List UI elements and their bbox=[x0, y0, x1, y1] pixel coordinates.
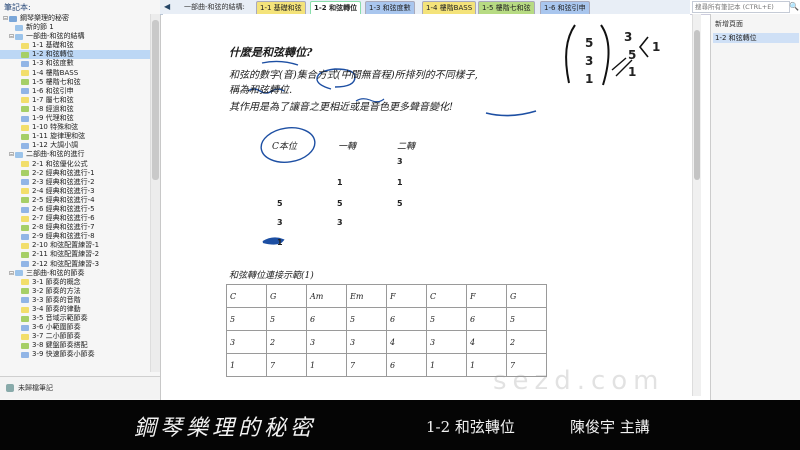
table-cell[interactable]: 6 bbox=[386, 307, 427, 331]
table-cell[interactable]: G bbox=[506, 284, 547, 308]
note-line-3[interactable]: 其作用是為了讓音之更相近或是音色更多聲音變化! bbox=[229, 98, 453, 113]
teacher-name: 陳俊宇 主講 bbox=[570, 418, 650, 436]
note-heading[interactable]: 什麼是和弦轉位? bbox=[229, 44, 312, 60]
table-cell[interactable]: 3 bbox=[426, 330, 467, 354]
table-cell[interactable]: F bbox=[466, 284, 507, 308]
second-inv-mid[interactable]: 1 bbox=[397, 178, 403, 187]
table-cell[interactable]: G bbox=[266, 284, 307, 308]
table-row: 55656565 bbox=[226, 307, 547, 331]
note-line-1[interactable]: 和弦的數字(音)集合方式(中間無音程)所排列的不同樣子, bbox=[229, 66, 478, 81]
table-cell[interactable]: F bbox=[386, 284, 427, 308]
table-cell[interactable]: Am bbox=[306, 284, 347, 308]
margin-left-bottom[interactable]: 1 bbox=[585, 72, 593, 86]
page-list-item[interactable]: 1-2 和弦轉位 bbox=[713, 33, 799, 43]
second-inv-top[interactable]: 3 bbox=[397, 157, 403, 166]
table-cell[interactable]: 5 bbox=[226, 307, 267, 331]
table-cell[interactable]: 2 bbox=[506, 330, 547, 354]
table-cell[interactable]: 6 bbox=[386, 353, 427, 377]
table-cell[interactable]: 3 bbox=[306, 330, 347, 354]
table-cell[interactable]: 6 bbox=[466, 307, 507, 331]
root-mid[interactable]: 3 bbox=[277, 218, 283, 227]
root-bottom[interactable]: 1 bbox=[277, 238, 283, 247]
col-header-root[interactable]: C本位 bbox=[272, 139, 297, 152]
table-cell[interactable]: 3 bbox=[226, 330, 267, 354]
table-cell[interactable]: 1 bbox=[226, 353, 267, 377]
chord-inversion-table[interactable]: C G Am Em F C F G 5 5 6 5 6 5 6 5 3 2 3 3 4 3 4 2 1 7 1 7 6 1 1 7 bbox=[226, 284, 547, 377]
table-cell[interactable]: 3 bbox=[346, 330, 387, 354]
table-row: 32334342 bbox=[226, 330, 547, 354]
page-scroll-thumb[interactable] bbox=[694, 30, 700, 180]
table-row: C G Am Em F C F G bbox=[226, 284, 547, 308]
table-cell[interactable]: 7 bbox=[346, 353, 387, 377]
margin-right-bottom[interactable]: 1 bbox=[628, 65, 636, 79]
table-cell[interactable]: C bbox=[226, 284, 267, 308]
col-header-first-inversion[interactable]: 一轉 bbox=[338, 139, 356, 152]
lesson-title: 1-2 和弦轉位 bbox=[426, 418, 515, 436]
table-cell[interactable]: 4 bbox=[466, 330, 507, 354]
new-page-button[interactable]: 新增頁面 bbox=[715, 19, 743, 29]
table-cell[interactable]: 5 bbox=[266, 307, 307, 331]
table-cell[interactable]: 2 bbox=[266, 330, 307, 354]
onenote-window: 筆記本: ⊟ 鋼琴樂理的秘密 新的節 1 ⊟ 一部曲-和弦的結構 1-1 基礎和弦 1-2 … bbox=[0, 0, 800, 400]
margin-left-mid[interactable]: 3 bbox=[585, 54, 593, 68]
first-inv-mid[interactable]: 5 bbox=[337, 199, 343, 208]
page-list-pane: 新增頁面 1-2 和弦轉位 bbox=[710, 14, 800, 400]
table-cell[interactable]: 1 bbox=[426, 353, 467, 377]
root-top[interactable]: 5 bbox=[277, 199, 283, 208]
margin-right-top[interactable]: 3 bbox=[624, 30, 632, 44]
first-inv-bottom[interactable]: 3 bbox=[337, 218, 343, 227]
table-cell[interactable]: 5 bbox=[506, 307, 547, 331]
table-cell[interactable]: C bbox=[426, 284, 467, 308]
video-caption-bar bbox=[0, 400, 800, 450]
course-title: 鋼琴樂理的秘密 bbox=[134, 416, 317, 441]
margin-extra[interactable]: 1 bbox=[652, 40, 660, 54]
table-cell[interactable]: 6 bbox=[306, 307, 347, 331]
margin-left-top[interactable]: 5 bbox=[585, 36, 593, 50]
table-caption[interactable]: 和弦轉位連接示範(1) bbox=[229, 268, 314, 281]
table-cell[interactable]: 5 bbox=[426, 307, 467, 331]
second-inv-bottom[interactable]: 5 bbox=[397, 199, 403, 208]
col-header-second-inversion[interactable]: 二轉 bbox=[397, 139, 415, 152]
table-cell[interactable]: 4 bbox=[386, 330, 427, 354]
first-inv-top[interactable]: 1 bbox=[337, 178, 343, 187]
table-cell[interactable]: 1 bbox=[306, 353, 347, 377]
margin-right-mid[interactable]: 5 bbox=[628, 48, 636, 62]
table-cell[interactable]: 7 bbox=[266, 353, 307, 377]
watermark: sezd.com bbox=[493, 366, 665, 396]
page-scrollbar[interactable] bbox=[692, 14, 701, 396]
table-cell[interactable]: Em bbox=[346, 284, 387, 308]
table-cell[interactable]: 5 bbox=[346, 307, 387, 331]
note-line-2[interactable]: 稱為和弦轉位. bbox=[229, 81, 292, 96]
